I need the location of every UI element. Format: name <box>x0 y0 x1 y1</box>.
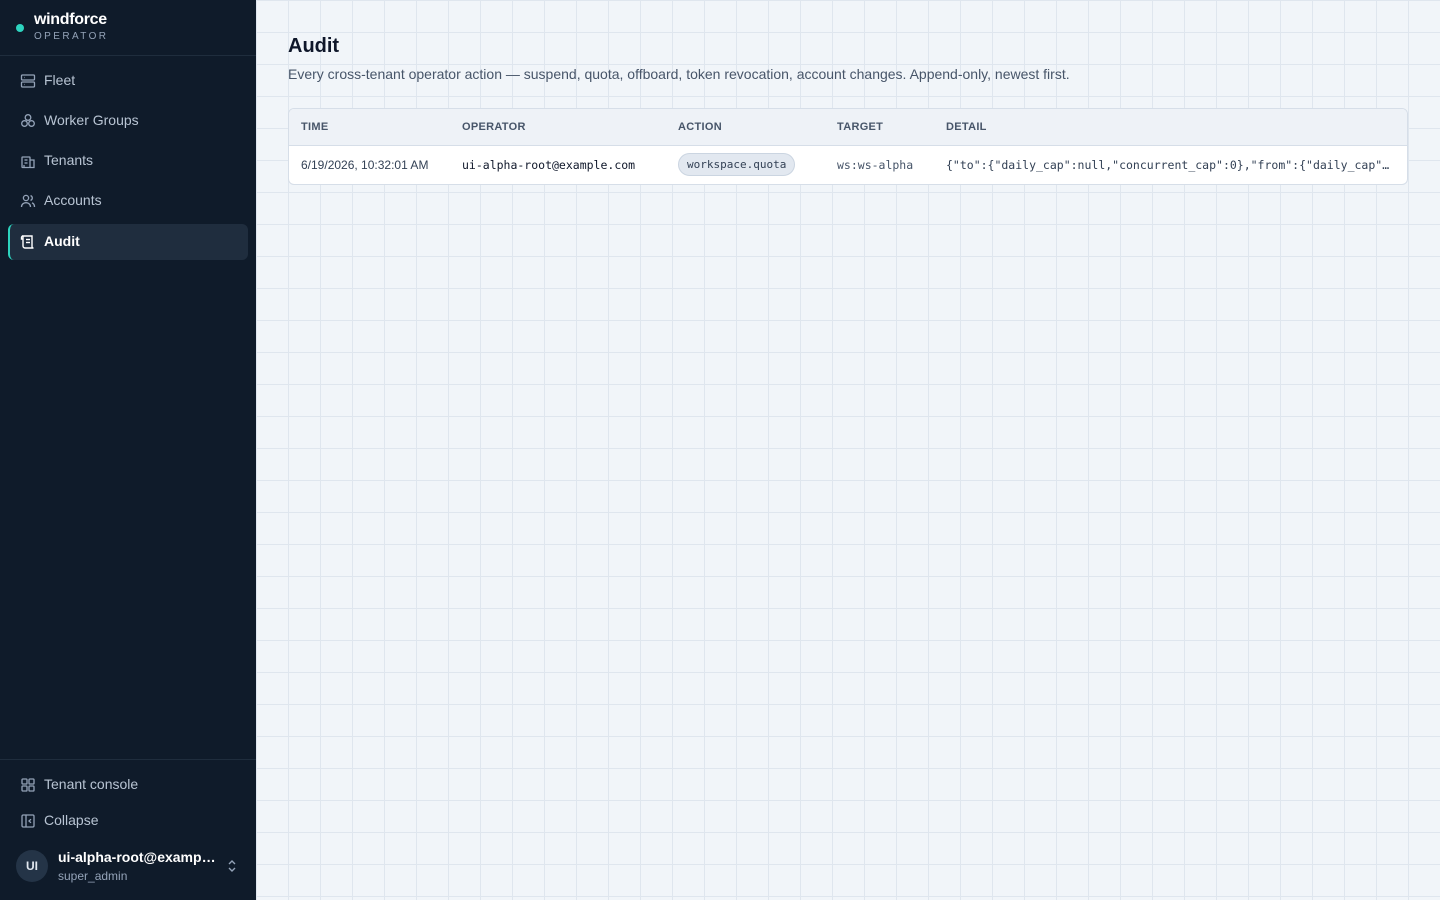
server-icon <box>20 74 36 88</box>
table-row: 6/19/2026, 10:32:01 AM ui-alpha-root@exa… <box>289 146 1407 184</box>
cell-operator: ui-alpha-root@example.com <box>462 158 636 172</box>
sidebar-divider <box>0 759 256 760</box>
page-title: Audit <box>288 35 340 57</box>
brand-subtitle: OPERATOR <box>34 31 109 42</box>
brand-name: windforce <box>34 11 107 28</box>
scroll-icon <box>20 235 34 249</box>
table-header: TIME OPERATOR ACTION TARGET DETAIL <box>289 109 1407 146</box>
column-header-operator: OPERATOR <box>462 121 526 133</box>
user-email: ui-alpha-root@example.com <box>58 849 218 865</box>
building-icon <box>21 156 35 169</box>
sidebar-item-label: Tenants <box>44 152 94 168</box>
sidebar: windforce OPERATOR Fleet Worker Groups T… <box>0 0 256 900</box>
main-content: Audit Every cross-tenant operator action… <box>256 0 1440 900</box>
user-role: super_admin <box>58 869 128 883</box>
audit-table: TIME OPERATOR ACTION TARGET DETAIL 6/19/… <box>288 108 1408 185</box>
column-header-action: ACTION <box>678 121 722 133</box>
users-icon <box>20 194 36 208</box>
sidebar-item-label: Worker Groups <box>44 112 139 128</box>
sidebar-item-label: Audit <box>44 233 80 249</box>
sidebar-item-tenants[interactable]: Tenants <box>8 143 248 179</box>
tenant-console-link[interactable]: Tenant console <box>8 767 248 803</box>
column-header-detail: DETAIL <box>946 121 987 133</box>
action-badge: workspace.quota <box>678 153 796 176</box>
grid-icon <box>21 778 35 792</box>
sidebar-item-audit[interactable]: Audit <box>8 224 248 260</box>
chevrons-up-down-icon <box>228 860 236 872</box>
collapse-label: Collapse <box>44 812 99 828</box>
boxes-icon <box>21 114 35 127</box>
cell-target: ws:ws-alpha <box>837 158 914 172</box>
column-header-time: TIME <box>301 121 329 133</box>
sidebar-item-worker-groups[interactable]: Worker Groups <box>8 103 248 139</box>
cell-time: 6/19/2026, 10:32:01 AM <box>301 158 429 172</box>
column-header-target: TARGET <box>837 121 884 133</box>
collapse-button[interactable]: Collapse <box>8 803 248 839</box>
avatar: UI <box>16 850 48 882</box>
user-menu[interactable]: UI ui-alpha-root@example.com super_admin <box>8 844 248 888</box>
sidebar-item-label: Fleet <box>44 72 76 88</box>
panel-collapse-icon <box>21 814 35 828</box>
brand: windforce OPERATOR <box>0 0 256 56</box>
page-description: Every cross-tenant operator action — sus… <box>288 66 1070 82</box>
sidebar-item-fleet[interactable]: Fleet <box>8 63 248 99</box>
cell-detail: {"to":{"daily_cap":null,"concurrent_cap"… <box>946 158 1394 172</box>
tenant-console-label: Tenant console <box>44 776 139 792</box>
sidebar-item-label: Accounts <box>44 192 102 208</box>
brand-status-dot <box>16 24 24 32</box>
sidebar-item-accounts[interactable]: Accounts <box>8 183 248 219</box>
